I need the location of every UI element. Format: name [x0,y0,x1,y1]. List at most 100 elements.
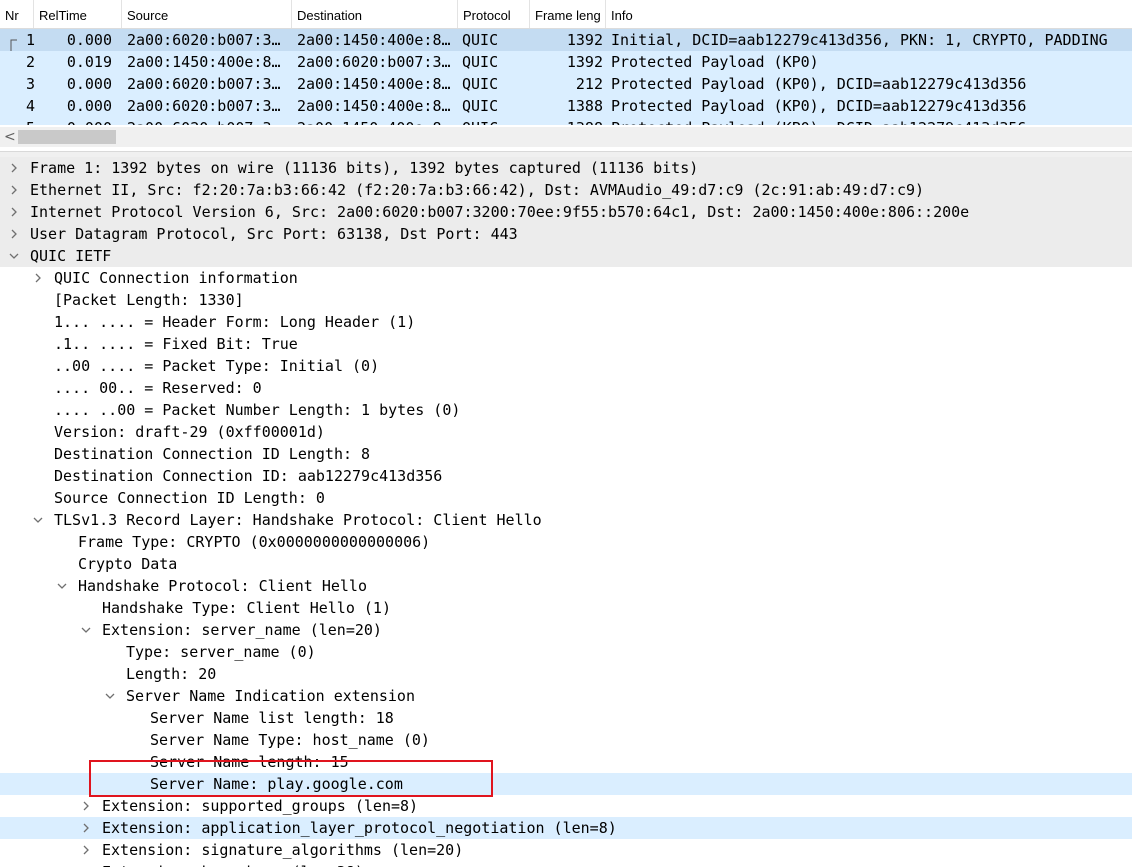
packet-source: 2a00:6020:b007:3… [127,117,281,125]
detail-row[interactable]: Extension: signature_algorithms (len=20) [0,839,1132,861]
detail-row[interactable]: .... 00.. = Reserved: 0 [0,377,1132,399]
detail-text: Frame 1: 1392 bytes on wire (11136 bits)… [30,159,699,177]
detail-row[interactable]: QUIC Connection information [0,267,1132,289]
detail-text: .... ..00 = Packet Number Length: 1 byte… [54,401,461,419]
chevron-right-icon[interactable] [9,223,21,245]
detail-text: Server Name: play.google.com [150,775,403,793]
detail-row[interactable]: Destination Connection ID: aab12279c413d… [0,465,1132,487]
chevron-down-icon[interactable] [33,509,45,531]
packet-row[interactable]: 3 0.000 2a00:6020:b007:3… 2a00:1450:400e:8…… [0,73,1132,95]
packet-number: 3 [26,75,36,93]
packet-destination: 2a00:1450:400e:8… [297,31,451,49]
packet-length: 1392 [566,31,603,49]
detail-row[interactable]: 1... .... = Header Form: Long Header (1) [0,311,1132,333]
packet-destination: 2a00:6020:b007:3… [297,53,451,71]
detail-row[interactable]: ..00 .... = Packet Type: Initial (0) [0,355,1132,377]
detail-row[interactable]: .1.. .... = Fixed Bit: True [0,333,1132,355]
scroll-left-arrow-icon[interactable]: < [4,129,16,145]
detail-text: QUIC IETF [30,247,112,265]
detail-row[interactable]: Internet Protocol Version 6, Src: 2a00:6… [0,201,1132,223]
chevron-down-icon[interactable] [57,575,69,597]
chevron-right-icon[interactable] [9,157,21,179]
detail-row[interactable]: QUIC IETF [0,245,1132,267]
chevron-right-icon[interactable] [81,817,93,839]
detail-row[interactable]: Handshake Type: Client Hello (1) [0,597,1132,619]
packet-destination: 2a00:1450:400e:8… [297,117,451,125]
packet-length: 1388 [566,97,603,115]
detail-row[interactable]: User Datagram Protocol, Src Port: 63138,… [0,223,1132,245]
detail-row[interactable]: TLSv1.3 Record Layer: Handshake Protocol… [0,509,1132,531]
packet-number: 1 [26,31,36,49]
detail-row[interactable]: Destination Connection ID Length: 8 [0,443,1132,465]
detail-row[interactable]: Ethernet II, Src: f2:20:7a:b3:66:42 (f2:… [0,179,1132,201]
column-header-destination[interactable]: Destination [292,0,458,28]
detail-row[interactable]: Extension: key_share (len=38) [0,861,1132,867]
detail-text: Crypto Data [78,555,178,573]
detail-row[interactable]: Server Name list length: 18 [0,707,1132,729]
detail-row[interactable]: Extension: server_name (len=20) [0,619,1132,641]
detail-row[interactable]: Server Name Indication extension [0,685,1132,707]
detail-row[interactable]: Frame Type: CRYPTO (0x0000000000000006) [0,531,1132,553]
packet-number: 4 [26,97,36,115]
column-header-source[interactable]: Source [122,0,292,28]
detail-text: ..00 .... = Packet Type: Initial (0) [54,357,380,375]
detail-text: [Packet Length: 1330] [54,291,244,309]
chevron-right-icon[interactable] [81,795,93,817]
detail-text: Version: draft-29 (0xff00001d) [54,423,325,441]
packet-source: 2a00:6020:b007:3… [127,75,281,93]
packet-time: 0.000 [52,117,112,125]
detail-row[interactable]: Server Name: play.google.com [0,773,1132,795]
chevron-right-icon[interactable] [81,839,93,861]
scrollbar-thumb[interactable] [18,130,116,144]
chevron-right-icon[interactable] [9,179,21,201]
detail-row[interactable]: Handshake Protocol: Client Hello [0,575,1132,597]
detail-text: Handshake Type: Client Hello (1) [102,599,391,617]
column-header-info[interactable]: Info [606,0,1132,28]
packet-number: 5 [26,117,35,125]
detail-text: Destination Connection ID: aab12279c413d… [54,467,443,485]
chevron-right-icon[interactable] [9,201,21,223]
chevron-right-icon[interactable] [81,861,93,867]
column-header-reltime[interactable]: RelTime [34,0,122,28]
packet-length: 212 [575,75,603,93]
packet-info: Protected Payload (KP0), DCID=aab12279c4… [611,75,1027,93]
detail-row[interactable]: [Packet Length: 1330] [0,289,1132,311]
column-header-protocol[interactable]: Protocol [458,0,530,28]
packet-row[interactable]: 4 0.000 2a00:6020:b007:3… 2a00:1450:400e:8…… [0,95,1132,117]
packet-row[interactable]: 5 0.000 2a00:6020:b007:3… 2a00:1450:400e:8…… [0,117,1132,125]
detail-row[interactable]: Source Connection ID Length: 0 [0,487,1132,509]
detail-row[interactable]: Frame 1: 1392 bytes on wire (11136 bits)… [0,157,1132,179]
chevron-down-icon[interactable] [9,245,21,267]
packet-length: 1388 [530,117,603,125]
chevron-right-icon[interactable] [33,267,45,289]
detail-row[interactable]: Server Name Type: host_name (0) [0,729,1132,751]
detail-row[interactable]: Server Name length: 15 [0,751,1132,773]
column-header-nr[interactable]: Nr [0,0,34,28]
packet-row[interactable]: 1 0.000 2a00:6020:b007:3… 2a00:1450:400e:8…… [0,29,1132,51]
packet-time: 0.000 [66,31,112,49]
detail-row[interactable]: Crypto Data [0,553,1132,575]
detail-row[interactable]: Version: draft-29 (0xff00001d) [0,421,1132,443]
detail-row[interactable]: .... ..00 = Packet Number Length: 1 byte… [0,399,1132,421]
detail-text: .... 00.. = Reserved: 0 [54,379,262,397]
packet-details-tree: Frame 1: 1392 bytes on wire (11136 bits)… [0,157,1132,867]
detail-text: Extension: application_layer_protocol_ne… [102,819,617,837]
chevron-down-icon[interactable] [105,685,117,707]
chevron-down-icon[interactable] [81,619,93,641]
packet-protocol: QUIC [462,75,499,93]
detail-row[interactable]: Extension: supported_groups (len=8) [0,795,1132,817]
detail-text: Server Name Indication extension [126,687,415,705]
detail-text: Extension: supported_groups (len=8) [102,797,419,815]
detail-text: Length: 20 [126,665,217,683]
horizontal-scrollbar[interactable]: < [0,127,1132,147]
packet-time: 0.000 [66,75,112,93]
column-header-frame-length[interactable]: Frame leng [530,0,606,28]
packet-row[interactable]: 2 0.019 2a00:1450:400e:8… 2a00:6020:b007:3…… [0,51,1132,73]
detail-row[interactable]: Extension: application_layer_protocol_ne… [0,817,1132,839]
packet-source: 2a00:1450:400e:8… [127,53,281,71]
packet-list[interactable]: Nr RelTime Source Destination Protocol F… [0,0,1132,151]
detail-row[interactable]: Type: server_name (0) [0,641,1132,663]
detail-row[interactable]: Length: 20 [0,663,1132,685]
packet-protocol: QUIC [462,53,499,71]
detail-text: Extension: signature_algorithms (len=20) [102,841,464,859]
